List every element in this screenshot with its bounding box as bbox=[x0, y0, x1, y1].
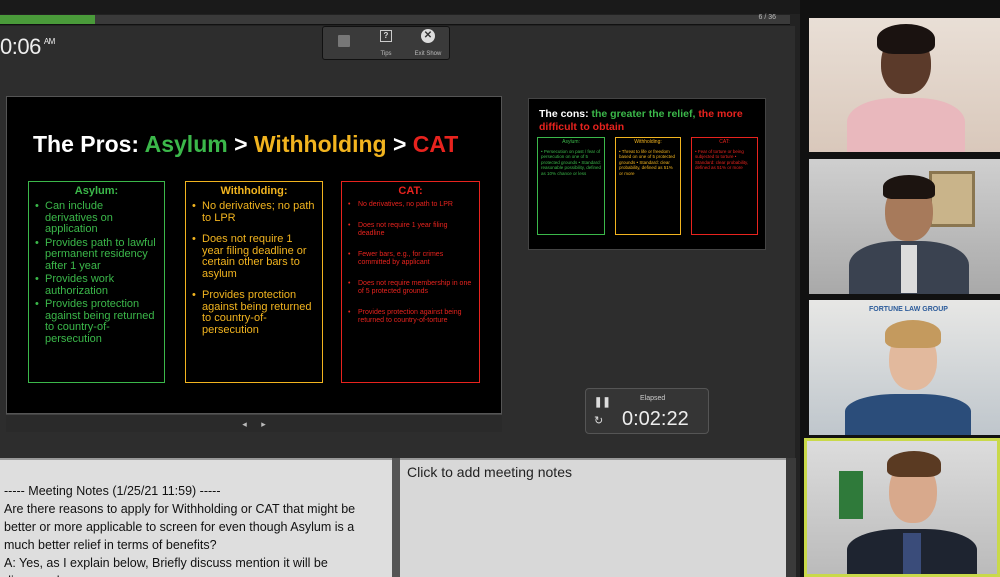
previous-slide-button[interactable]: ◂ bbox=[242, 419, 247, 429]
asylum-box: Asylum: Can include derivatives on appli… bbox=[28, 181, 165, 383]
asylum-item: Provides path to lawful permanent reside… bbox=[35, 237, 158, 273]
withholding-box: Withholding: No derivatives; no path to … bbox=[185, 181, 323, 383]
cat-item: No derivatives, no path to LPR bbox=[348, 201, 473, 209]
next-slide-button[interactable]: ▸ bbox=[261, 419, 266, 429]
withholding-item: Does not require 1 year filing deadline … bbox=[192, 233, 316, 280]
slide-title-withholding: Withholding bbox=[253, 131, 387, 157]
slide-progress-fill bbox=[0, 15, 95, 24]
next-cat-text: • Fear of torture or being subjected to … bbox=[695, 148, 749, 171]
cat-heading: CAT: bbox=[398, 185, 423, 197]
cat-item: Does not require membership in one of 5 … bbox=[348, 280, 473, 296]
slides-button[interactable] bbox=[325, 35, 363, 51]
slide-title-cat: CAT bbox=[412, 131, 459, 157]
speaker-notes[interactable]: ----- Meeting Notes (1/25/21 11:59) ----… bbox=[0, 458, 392, 577]
next-asylum-text: • Persecution on past / fear of persecut… bbox=[541, 148, 601, 176]
next-cat-box: CAT: • Fear of torture or being subjecte… bbox=[691, 137, 758, 235]
presenter-view: 6 / 36 0:06 AM ? Tips ✕ Exit Show The Pro… bbox=[0, 0, 1000, 577]
exit-show-button-label: Exit Show bbox=[414, 51, 442, 57]
meeting-notes-placeholder: Click to add meeting notes bbox=[407, 464, 572, 480]
slide-title-sep2: > bbox=[386, 131, 413, 157]
notes-body-2: A: Yes, as I explain below, Briefly disc… bbox=[4, 556, 328, 577]
cat-item: Provides protection against being return… bbox=[348, 309, 473, 325]
pause-icon[interactable]: ❚❚ bbox=[594, 397, 611, 408]
reset-icon[interactable]: ↻ bbox=[594, 414, 603, 427]
meeting-notes-input[interactable]: Click to add meeting notes bbox=[400, 458, 786, 577]
notes-header: ----- Meeting Notes (1/25/21 11:59) ----… bbox=[4, 484, 221, 498]
slide-title: The Pros: Asylum > Withholding > CAT bbox=[33, 131, 458, 158]
top-strip bbox=[0, 0, 800, 14]
asylum-item: Provides protection against being return… bbox=[35, 298, 158, 345]
tips-button-label: Tips bbox=[380, 51, 392, 57]
next-cat-heading: CAT: bbox=[719, 139, 730, 145]
slides-icon bbox=[338, 35, 350, 47]
slide-counter: 6 / 36 bbox=[758, 14, 776, 21]
next-withholding-heading: Withholding: bbox=[634, 139, 662, 145]
clock: 0:06 AM bbox=[0, 34, 55, 60]
next-asylum-heading: Asylum: bbox=[562, 139, 580, 145]
exit-show-button[interactable]: ✕ Exit Show bbox=[409, 26, 447, 60]
help-icon: ? bbox=[380, 30, 392, 42]
asylum-heading: Asylum: bbox=[74, 185, 119, 197]
asylum-item: Provides work authorization bbox=[35, 273, 158, 297]
asylum-item: Can include derivatives on application bbox=[35, 200, 158, 236]
presenter-toolbar: ? Tips ✕ Exit Show bbox=[322, 26, 450, 60]
cat-box: CAT: No derivatives, no path to LPR Does… bbox=[341, 181, 480, 383]
slide-title-asylum: Asylum bbox=[144, 131, 228, 157]
withholding-item: No derivatives; no path to LPR bbox=[192, 200, 316, 224]
clock-ampm: AM bbox=[43, 37, 56, 46]
clock-time: 0:06 bbox=[0, 34, 41, 59]
next-slide-title-green: the greater the relief, bbox=[591, 108, 699, 120]
next-asylum-box: Asylum: • Persecution on past / fear of … bbox=[537, 137, 605, 235]
cat-item: Fewer bars, e.g., for crimes committed b… bbox=[348, 251, 473, 267]
law-firm-logo: FORTUNE LAW GROUP bbox=[869, 306, 948, 313]
next-slide-title-prefix: The cons: bbox=[539, 108, 592, 120]
tips-button[interactable]: ? Tips bbox=[367, 26, 405, 60]
video-tile-2[interactable] bbox=[809, 159, 1000, 294]
withholding-item: Provides protection against being return… bbox=[192, 289, 316, 336]
withholding-heading: Withholding: bbox=[220, 185, 288, 197]
slide-title-sep1: > bbox=[227, 131, 254, 157]
next-withholding-text: • Threat to life or freedom based on one… bbox=[619, 148, 676, 176]
next-slide-preview[interactable]: The cons: the greater the relief, the mo… bbox=[528, 98, 766, 250]
next-withholding-box: Withholding: • Threat to life or freedom… bbox=[615, 137, 681, 235]
elapsed-label: Elapsed bbox=[640, 395, 666, 402]
video-tile-4-active-speaker[interactable] bbox=[804, 438, 1000, 577]
cat-item: Does not require 1 year filing deadline bbox=[348, 222, 473, 238]
video-tile-1[interactable] bbox=[809, 18, 1000, 152]
video-tile-3[interactable]: FORTUNE LAW GROUP bbox=[809, 300, 1000, 435]
notes-scrollbar[interactable] bbox=[786, 458, 796, 577]
notes-body: Are there reasons to apply for Withholdi… bbox=[4, 502, 356, 552]
slide-title-prefix: The Pros: bbox=[33, 131, 145, 157]
next-slide-title: The cons: the greater the relief, the mo… bbox=[539, 108, 759, 134]
close-icon: ✕ bbox=[421, 29, 435, 43]
elapsed-time: 0:02:22 bbox=[622, 408, 689, 430]
slide-progress-bar: 6 / 36 bbox=[0, 14, 790, 25]
notes-divider[interactable] bbox=[392, 458, 400, 577]
video-participants: FORTUNE LAW GROUP bbox=[800, 0, 1000, 577]
current-slide[interactable]: The Pros: Asylum > Withholding > CAT Asy… bbox=[6, 96, 502, 414]
elapsed-timer: ❚❚ ↻ Elapsed 0:02:22 bbox=[585, 388, 709, 434]
slide-navigation: ◂ ▸ bbox=[6, 414, 502, 432]
